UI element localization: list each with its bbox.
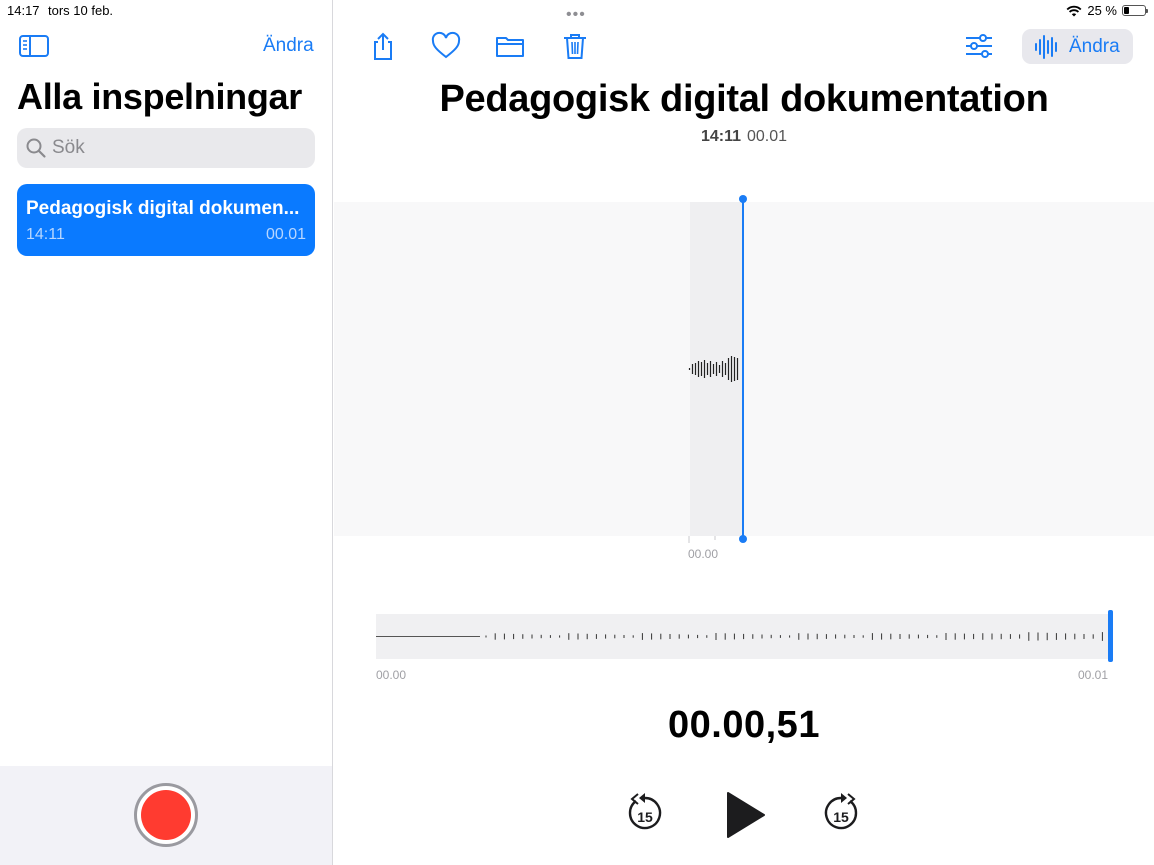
sidebar-toggle-icon[interactable] [18,34,50,58]
recording-time: 14:11 [700,128,741,145]
recording-item-time: 14:11 [26,226,65,243]
recording-title[interactable]: Pedagogisk digital dokumentation [334,78,1154,121]
overview-scrubber[interactable] [376,614,1112,659]
share-icon[interactable] [368,31,398,61]
recording-item-duration: 00.01 [265,226,306,243]
svg-text:15: 15 [637,809,653,825]
trash-icon[interactable] [560,31,590,61]
waveform-tick-label: 00.00 [688,547,719,561]
playhead[interactable] [739,195,747,543]
recording-list-item[interactable]: Pedagogisk digital dokumen... 14:11 00.0… [17,184,315,256]
edit-recording-button[interactable]: Ändra [1022,29,1133,64]
recording-duration: 00.01 [747,128,788,145]
folder-icon[interactable] [495,31,525,61]
recording-meta: 14:11 00.01 [334,128,1154,146]
playhead-bottom-handle[interactable] [739,535,747,543]
overview-position-handle[interactable] [1108,610,1113,662]
svg-text:15: 15 [833,809,849,825]
sidebar: Ändra Alla inspelningar Sök Pedagogisk d… [0,0,333,865]
elapsed-time: 00.00,51 [668,704,820,746]
skip-forward-15-icon[interactable]: 15 [822,792,860,832]
status-right: 25 % [1066,3,1148,18]
search-icon [26,138,46,158]
overview-waveform [376,632,1103,641]
record-button[interactable] [134,783,198,847]
play-icon[interactable] [722,790,768,840]
battery-percent: 25 % [1087,3,1117,18]
skip-back-15-icon[interactable]: 15 [626,792,664,832]
recording-item-title: Pedagogisk digital dokumen... [26,198,300,219]
playhead-top-handle[interactable] [739,195,747,203]
overview-start-label: 00.00 [376,668,407,682]
record-icon [141,790,191,840]
favorite-heart-icon[interactable] [431,31,461,61]
battery-icon [1122,5,1148,16]
settings-sliders-icon[interactable] [964,31,994,61]
search-placeholder: Sök [52,137,85,158]
multitasking-dots-icon[interactable]: ••• [566,6,586,24]
waveform-bars [688,356,739,382]
sidebar-title: Alla inspelningar [17,76,302,117]
waveform-view[interactable] [334,202,1154,536]
search-input[interactable]: Sök [17,128,315,168]
edit-recording-label: Ändra [1069,36,1120,57]
wifi-icon [1066,5,1082,16]
sidebar-edit-button[interactable]: Ändra [263,35,314,57]
waveform-icon [1035,35,1057,59]
overview-end-label: 00.01 [1078,668,1109,682]
